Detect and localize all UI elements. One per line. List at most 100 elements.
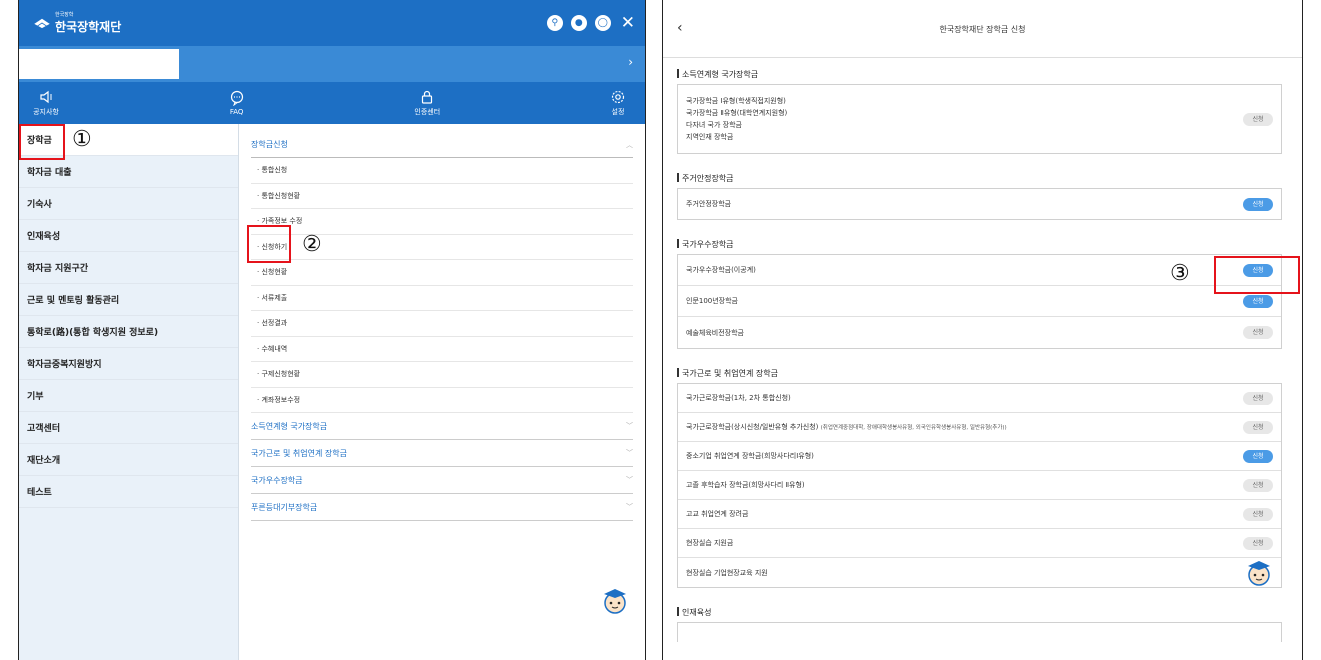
quick-auth[interactable]: 인증센터 xyxy=(412,89,442,117)
logo-small-text: 한국장학 xyxy=(55,11,74,18)
nav-item-work-mentoring[interactable]: 근로 및 멘토링 활동관리 xyxy=(19,284,238,316)
apply-button[interactable]: 신청 xyxy=(1243,507,1273,521)
lock-icon xyxy=(422,90,433,104)
user-icon[interactable]: ◯ xyxy=(594,15,611,31)
sub-item-family-info[interactable]: · 가족정보 수정 xyxy=(251,209,633,235)
bell-icon[interactable]: ● xyxy=(570,15,587,31)
work-row-4[interactable]: 고졸 후학습자 장학금(희망사다리 Ⅱ유형) 신청 xyxy=(678,471,1281,500)
apply-button[interactable]: 신청 xyxy=(1243,536,1273,550)
logo-text: 한국장학재단 xyxy=(55,19,122,34)
sub-item-apply-status[interactable]: · 신청현황 xyxy=(251,260,633,286)
nav-item-donation[interactable]: 기부 xyxy=(19,380,238,412)
section-title-excellence: 국가우수장학금 xyxy=(663,234,1302,254)
mascot-icon xyxy=(604,589,626,614)
section-title-housing: 주거안정장학금 xyxy=(663,168,1302,188)
apply-button[interactable]: 신청 xyxy=(1243,478,1273,492)
card-excellence: 국가우수장학금(이공계) 신청 인문100년장학금 신청 예술체육비전장학금 신… xyxy=(677,254,1282,349)
mobile-menu-panel: 한국장학 한국장학재단 ⚲ ● ◯ ✕ › 공지사항 FAQ 인증센터 설정 장… xyxy=(18,0,646,660)
quick-notice[interactable]: 공지사항 xyxy=(31,89,61,117)
row-label: 중소기업 취업연계 장학금(희망사다리Ⅰ유형) xyxy=(686,452,814,460)
sub-group-work[interactable]: 국가근로 및 취업연계 장학금 ﹀ xyxy=(251,440,633,467)
screenshot-root: 한국장학 한국장학재단 ⚲ ● ◯ ✕ › 공지사항 FAQ 인증센터 설정 장… xyxy=(0,0,1321,660)
top-icons: ⚲ ● ◯ ✕ xyxy=(546,13,635,33)
apply-button[interactable]: 신청 xyxy=(1243,197,1273,211)
user-bar: › xyxy=(19,46,645,82)
row-label: 인문100년장학금 xyxy=(686,297,739,305)
chevron-right-icon[interactable]: › xyxy=(628,55,633,69)
sub-item-integrated-status[interactable]: · 통합신청현황 xyxy=(251,184,633,209)
row-label: 국가우수장학금(이공계) xyxy=(686,266,756,274)
nav-item-customer-center[interactable]: 고객센터 xyxy=(19,412,238,444)
apply-button[interactable]: 신청 xyxy=(1243,391,1273,405)
nav-item-test[interactable]: 테스트 xyxy=(19,476,238,508)
sub-item-integrated-apply[interactable]: · 통합신청 xyxy=(251,158,633,184)
gear-icon xyxy=(611,90,625,104)
row-label: 현장실습 기업현장교육 지원 xyxy=(686,568,768,577)
excellence-row-science[interactable]: 국가우수장학금(이공계) 신청 xyxy=(678,255,1281,286)
card-talent xyxy=(677,622,1282,642)
step-number-3: ③ xyxy=(1170,261,1190,286)
work-row-6[interactable]: 현장실습 지원금 신청 xyxy=(678,529,1281,558)
nav-item-loan[interactable]: 학자금 대출 xyxy=(19,156,238,188)
right-header: ‹ 한국장학재단 장학금 신청 xyxy=(663,0,1302,58)
sub-menu-header[interactable]: 장학금신청 ︿ xyxy=(251,132,633,158)
page-title: 한국장학재단 장학금 신청 xyxy=(939,25,1026,34)
quick-settings-label: 설정 xyxy=(611,108,625,116)
sub-group-excellence[interactable]: 국가우수장학금 ﹀ xyxy=(251,467,633,494)
close-icon[interactable]: ✕ xyxy=(621,13,635,33)
quick-auth-label: 인증센터 xyxy=(414,108,441,116)
work-row-2[interactable]: 국가근로장학금(상시신청/일반유형 추가신청) (취업연계중점대학, 장애대학생… xyxy=(678,413,1281,442)
nav-item-talent[interactable]: 인재육성 xyxy=(19,220,238,252)
apply-button[interactable]: 신청 xyxy=(1243,112,1273,126)
logo-mark-icon xyxy=(34,18,50,29)
highlight-box-2 xyxy=(247,225,291,263)
quick-faq[interactable]: FAQ xyxy=(222,90,252,116)
work-row-7[interactable]: 현장실습 기업현장교육 지원 xyxy=(678,558,1281,587)
quick-settings[interactable]: 설정 xyxy=(603,89,633,117)
chatbot-mascot[interactable] xyxy=(601,586,629,620)
chat-icon xyxy=(230,90,243,106)
quick-notice-label: 공지사항 xyxy=(33,108,59,116)
chevron-down-icon: ﹀ xyxy=(626,422,633,430)
excellence-row-arts[interactable]: 예술체육비전장학금 신청 xyxy=(678,317,1281,348)
nav-item-student-info[interactable]: 통학로(路)(통합 학생지원 정보로) xyxy=(19,316,238,348)
sub-group-income[interactable]: 소득연계형 국가장학금 ﹀ xyxy=(251,413,633,440)
quick-faq-label: FAQ xyxy=(229,108,244,116)
sub-group-donation[interactable]: 푸른등대기부장학금 ﹀ xyxy=(251,494,633,521)
section-title-income: 소득연계형 국가장학금 xyxy=(663,64,1302,84)
sub-group-label: 소득연계형 국가장학금 xyxy=(251,421,328,431)
income-line-2: 국가장학금 Ⅱ유형(대학연계지원형) xyxy=(686,109,788,117)
row-label: 고졸 후학습자 장학금(희망사다리 Ⅱ유형) xyxy=(686,481,805,489)
apply-button[interactable]: 신청 xyxy=(1243,326,1273,339)
apply-button[interactable]: 신청 xyxy=(1243,294,1273,308)
work-row-3[interactable]: 중소기업 취업연계 장학금(희망사다리Ⅰ유형) 신청 xyxy=(678,442,1281,471)
nav-item-dormitory[interactable]: 기숙사 xyxy=(19,188,238,220)
nav-item-support-range[interactable]: 학자금 지원구간 xyxy=(19,252,238,284)
row-label: 예술체육비전장학금 xyxy=(686,328,744,337)
sub-item-benefit-history[interactable]: · 수혜내역 xyxy=(251,337,633,362)
section-title-talent: 인재육성 xyxy=(663,602,1302,622)
apply-button[interactable]: 신청 xyxy=(1243,420,1273,434)
excellence-row-humanities[interactable]: 인문100년장학금 신청 xyxy=(678,286,1281,317)
chevron-down-icon: ﹀ xyxy=(626,449,633,457)
income-scholarship-row[interactable]: 국가장학금 Ⅰ유형(학생직접지원형) 국가장학금 Ⅱ유형(대학연계지원형) 다자… xyxy=(678,85,1281,153)
scholarship-apply-panel: ‹ 한국장학재단 장학금 신청 소득연계형 국가장학금 국가장학금 Ⅰ유형(학생… xyxy=(662,0,1303,660)
row-label: 국가근로장학금(상시신청/일반유형 추가신청) xyxy=(686,423,819,431)
sub-item-relief-status[interactable]: · 구제신청현황 xyxy=(251,362,633,388)
sub-item-account-info[interactable]: · 계좌정보수정 xyxy=(251,388,633,413)
user-info-box xyxy=(19,49,179,79)
left-nav: 장학금 학자금 대출 기숙사 인재육성 학자금 지원구간 근로 및 멘토링 활동… xyxy=(19,124,239,660)
nav-item-about[interactable]: 재단소개 xyxy=(19,444,238,476)
logo[interactable]: 한국장학 한국장학재단 xyxy=(33,12,121,35)
sub-item-documents[interactable]: · 서류제출 xyxy=(251,286,633,311)
nav-item-duplicate-prevention[interactable]: 학자금중복지원방지 xyxy=(19,348,238,380)
sub-item-selection-result[interactable]: · 선정결과 xyxy=(251,311,633,337)
mascot-icon[interactable] xyxy=(1245,558,1273,588)
work-row-1[interactable]: 국가근로장학금(1차, 2차 통합신청) 신청 xyxy=(678,384,1281,413)
section-title-work: 국가근로 및 취업연계 장학금 xyxy=(663,363,1302,383)
apply-button[interactable]: 신청 xyxy=(1243,449,1273,463)
chevron-down-icon: ﹀ xyxy=(626,476,633,484)
housing-row[interactable]: 주거안정장학금 신청 xyxy=(678,189,1281,219)
search-icon[interactable]: ⚲ xyxy=(546,15,563,31)
work-row-5[interactable]: 고교 취업연계 장려금 신청 xyxy=(678,500,1281,529)
